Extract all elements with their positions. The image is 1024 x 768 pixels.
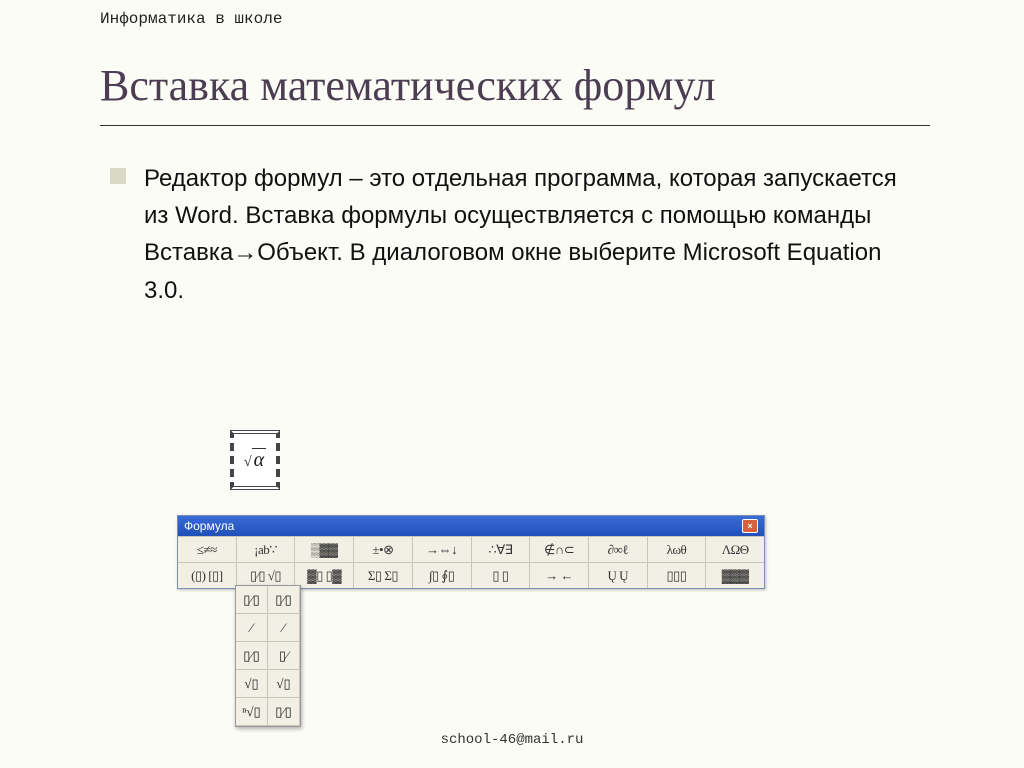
- body-text: Редактор формул – это отдельная программ…: [144, 160, 920, 309]
- dropdown-template-button[interactable]: ⁄: [236, 614, 268, 642]
- toolbar-title-text: Формула: [184, 519, 234, 533]
- dropdown-template-button[interactable]: ▯⁄: [268, 642, 300, 670]
- toolbar-button[interactable]: ▯▯▯: [648, 563, 707, 588]
- toolbar-button[interactable]: ∂∞ℓ: [589, 537, 648, 562]
- dropdown-template-button[interactable]: √▯: [268, 670, 300, 698]
- toolbar-button[interactable]: ∴∀∃: [472, 537, 531, 562]
- dropdown-template-button[interactable]: ▯⁄▯: [236, 586, 268, 614]
- toolbar-button[interactable]: ▒▓▓: [295, 537, 354, 562]
- dropdown-template-button[interactable]: ⁄: [268, 614, 300, 642]
- toolbar-button[interactable]: (▯) [▯]: [178, 563, 237, 588]
- toolbar-button[interactable]: ¡ab∵: [237, 537, 296, 562]
- toolbar-row-1: ≤≠≈¡ab∵▒▓▓±•⊗→⇔↓∴∀∃∉∩⊂∂∞ℓλωθΛΩΘ: [178, 536, 764, 562]
- header-label: Информатика в школе: [100, 10, 282, 28]
- toolbar-button[interactable]: ▓▓▓: [706, 563, 764, 588]
- toolbar-button[interactable]: → ←: [530, 563, 589, 588]
- body-content: Редактор формул – это отдельная программ…: [110, 160, 920, 309]
- toolbar-button[interactable]: ∫▯ ∮▯: [413, 563, 472, 588]
- toolbar-button[interactable]: Σ▯ Σ▯: [354, 563, 413, 588]
- toolbar-button[interactable]: ±•⊗: [354, 537, 413, 562]
- dropdown-template-button[interactable]: √▯: [236, 670, 268, 698]
- close-icon[interactable]: ×: [742, 519, 758, 533]
- dropdown-template-button[interactable]: ▯⁄▯: [268, 698, 300, 726]
- toolbar-button[interactable]: Ų Ų: [589, 563, 648, 588]
- dropdown-template-button[interactable]: ▯⁄▯: [236, 642, 268, 670]
- footer-email: school-46@mail.ru: [0, 732, 1024, 748]
- dropdown-template-button[interactable]: ▯⁄▯: [268, 586, 300, 614]
- formula-toolbar: Формула × ≤≠≈¡ab∵▒▓▓±•⊗→⇔↓∴∀∃∉∩⊂∂∞ℓλωθΛΩ…: [177, 515, 765, 589]
- fraction-radical-dropdown: ▯⁄▯▯⁄▯⁄⁄▯⁄▯▯⁄√▯√▯ⁿ√▯▯⁄▯: [235, 585, 301, 727]
- toolbar-button[interactable]: ΛΩΘ: [706, 537, 764, 562]
- equation-object-preview[interactable]: √α: [230, 430, 280, 490]
- dropdown-template-button[interactable]: ⁿ√▯: [236, 698, 268, 726]
- toolbar-button[interactable]: ≤≠≈: [178, 537, 237, 562]
- toolbar-titlebar[interactable]: Формула ×: [178, 516, 764, 536]
- equation-sample: √α: [244, 449, 266, 472]
- title-divider: [100, 125, 930, 126]
- toolbar-button[interactable]: ▓▯ ▯▓: [295, 563, 354, 588]
- toolbar-button[interactable]: →⇔↓: [413, 537, 472, 562]
- slide-title: Вставка математических формул: [100, 60, 716, 111]
- toolbar-button[interactable]: ∉∩⊂: [530, 537, 589, 562]
- toolbar-button[interactable]: λωθ: [648, 537, 707, 562]
- bullet-icon: [110, 168, 126, 184]
- toolbar-button[interactable]: ▯ ▯: [472, 563, 531, 588]
